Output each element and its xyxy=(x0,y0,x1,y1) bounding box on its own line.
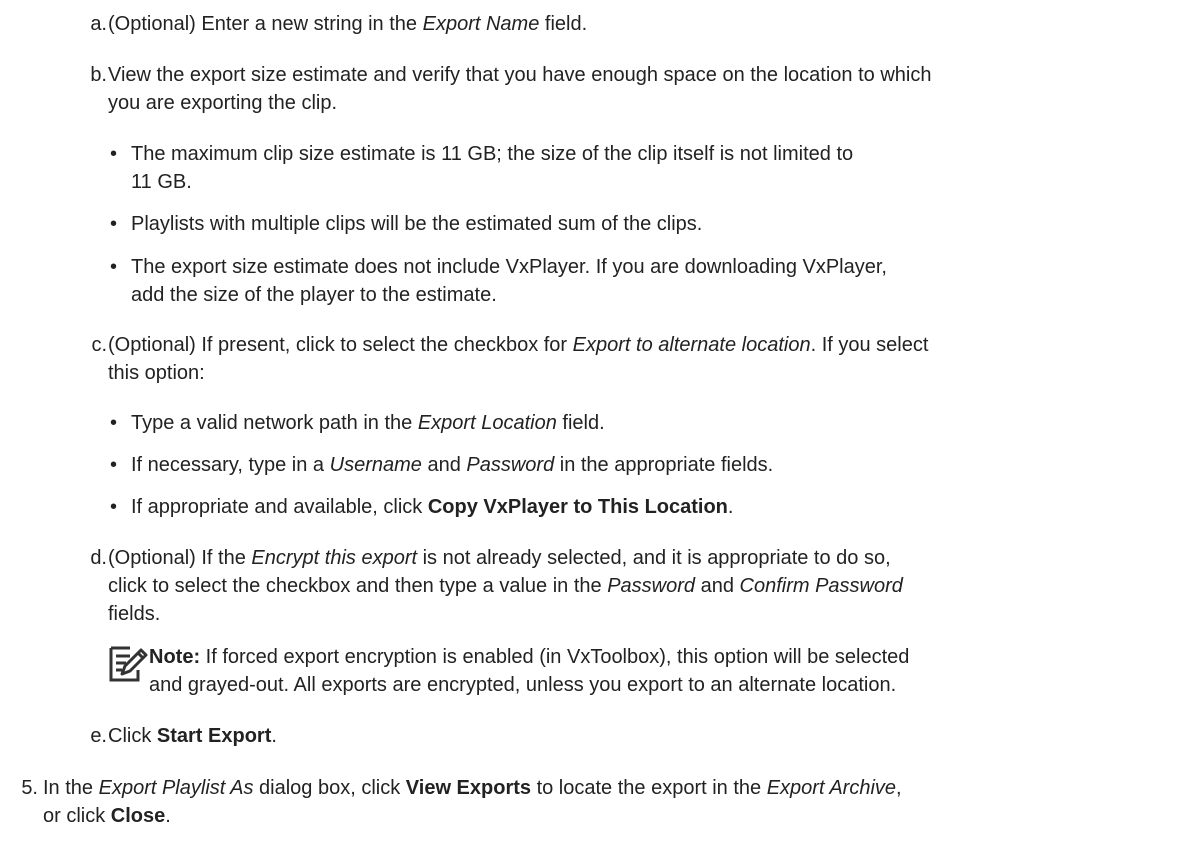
bullet-c2: If necessary, type in a Username and Pas… xyxy=(131,451,773,479)
step-c-marker: c. xyxy=(91,334,107,356)
note-label: Note: xyxy=(149,646,201,668)
bullet-c1-em: Export Location xyxy=(417,412,557,434)
step-5-pre: In the xyxy=(43,777,99,799)
step-5-mid2: to locate the export in the xyxy=(531,777,767,799)
step-a-marker: a. xyxy=(90,13,107,35)
step-d-line2-mid: and xyxy=(695,575,740,597)
step-5-export-archive: Export Archive xyxy=(766,777,897,799)
step-5-marker: 5. xyxy=(21,777,38,799)
bullet: • xyxy=(110,496,118,518)
step-b-marker: b. xyxy=(90,64,107,86)
step-c-alternate-location: Export to alternate location xyxy=(572,334,811,356)
step-d-password: Password xyxy=(607,575,696,597)
step-5-line2-pre: or click xyxy=(43,805,111,827)
bullet-c3-post: . xyxy=(727,496,734,518)
step-5-post: , xyxy=(896,777,902,799)
bullet-c2-post: in the appropriate fields. xyxy=(554,454,774,476)
step-d-marker: d. xyxy=(90,547,107,569)
step-5-line2: or click Close. xyxy=(43,802,171,830)
step-c-pre: (Optional) If present, click to select t… xyxy=(108,334,573,356)
step-d-pre: (Optional) If the xyxy=(108,547,252,569)
bullet: • xyxy=(110,143,118,165)
bullet-c3: If appropriate and available, click Copy… xyxy=(131,493,733,521)
bullet-c1: Type a valid network path in the Export … xyxy=(131,409,605,437)
bullet-c2-pre: If necessary, type in a xyxy=(131,454,330,476)
bullet-c2-password: Password xyxy=(466,454,555,476)
bullet-c1-post: field. xyxy=(556,412,605,434)
step-d-encrypt: Encrypt this export xyxy=(251,547,418,569)
bullet-b1-line1: The maximum clip size estimate is 11 GB;… xyxy=(131,143,854,165)
note-text-line1: If forced export encryption is enabled (… xyxy=(200,646,910,668)
step-5-view-exports: View Exports xyxy=(405,777,532,799)
bullet-c2-username: Username xyxy=(329,454,422,476)
step-5-mid1: dialog box, click xyxy=(253,777,406,799)
step-d-post: is not already selected, and it is appro… xyxy=(417,547,891,569)
step-a-pre: (Optional) Enter a new string in the xyxy=(108,13,423,35)
bullet-c2-mid: and xyxy=(421,454,467,476)
bullet-c3-pre: If appropriate and available, click xyxy=(131,496,428,518)
step-5-line2-post: . xyxy=(165,805,171,827)
step-e-pre: Click xyxy=(108,725,157,747)
step-5-line1: In the Export Playlist As dialog box, cl… xyxy=(43,774,902,802)
step-5-close: Close xyxy=(110,805,166,827)
step-e-text: Click Start Export. xyxy=(108,722,277,750)
step-d-line3: fields. xyxy=(108,603,161,625)
bullet: • xyxy=(110,256,118,278)
bullet-b3-line1: The export size estimate does not includ… xyxy=(131,256,887,278)
step-d-line1: (Optional) If the Encrypt this export is… xyxy=(108,544,891,572)
bullet-c1-pre: Type a valid network path in the xyxy=(131,412,418,434)
step-a-export-name: Export Name xyxy=(422,13,540,35)
step-e-start-export: Start Export xyxy=(156,725,272,747)
step-b-line2: you are exporting the clip. xyxy=(108,92,338,114)
step-b-line1: View the export size estimate and verify… xyxy=(108,64,932,86)
step-c-post: . If you select xyxy=(810,334,929,356)
step-e-post: . xyxy=(271,725,277,747)
step-c-line2: this option: xyxy=(108,362,205,384)
note-pencil-icon xyxy=(109,646,148,682)
step-d-line2-pre: click to select the checkbox and then ty… xyxy=(108,575,608,597)
bullet-b3-line2: add the size of the player to the estima… xyxy=(131,284,497,306)
step-a-post: field. xyxy=(539,13,588,35)
step-c-line1: (Optional) If present, click to select t… xyxy=(108,331,928,359)
step-5-export-playlist-as: Export Playlist As xyxy=(98,777,254,799)
bullet: • xyxy=(110,412,118,434)
bullet: • xyxy=(110,454,118,476)
note-line1: Note: If forced export encryption is ena… xyxy=(149,643,909,671)
note-line2: and grayed-out. All exports are encrypte… xyxy=(149,674,897,696)
bullet: • xyxy=(110,213,118,235)
bullet-b1-line2: 11 GB. xyxy=(131,171,192,193)
bullet-b2-line1: Playlists with multiple clips will be th… xyxy=(131,213,703,235)
step-d-confirm-password: Confirm Password xyxy=(739,575,903,597)
step-e-marker: e. xyxy=(90,725,107,747)
step-a-text: (Optional) Enter a new string in the Exp… xyxy=(108,10,587,38)
bullet-c3-copy-vxplayer: Copy VxPlayer to This Location xyxy=(427,496,728,518)
step-d-line2: click to select the checkbox and then ty… xyxy=(108,572,903,600)
